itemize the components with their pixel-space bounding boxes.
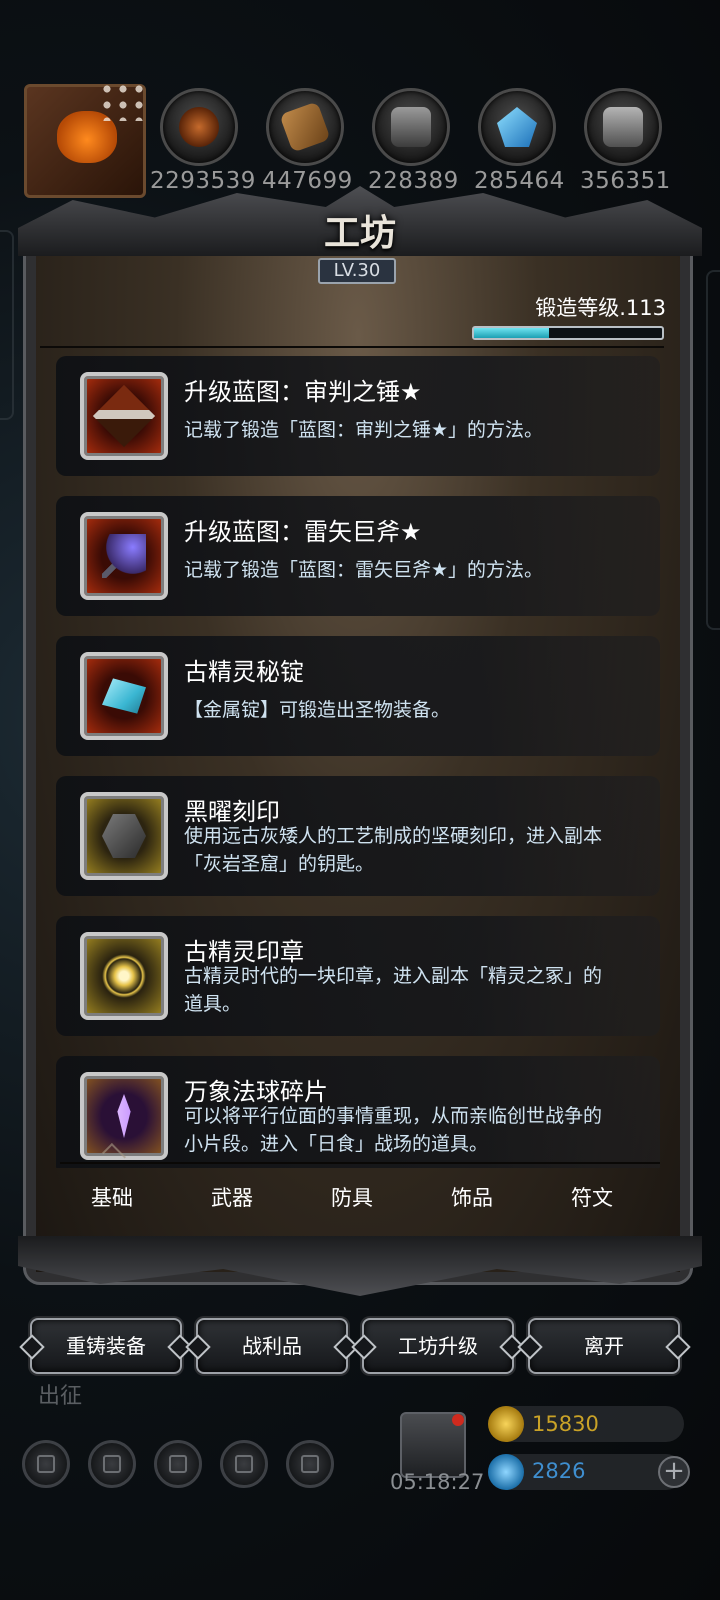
loot-button[interactable]: 战利品 xyxy=(196,1318,348,1374)
page-title: 工坊 xyxy=(323,212,396,254)
list-item[interactable]: 古精灵秘锭 【金属锭】可锻造出圣物装备。 xyxy=(56,636,660,756)
item-name: 升级蓝图：审判之锤★ xyxy=(184,378,422,406)
gold-value: 15830 xyxy=(532,1412,599,1436)
flowers-decoration xyxy=(99,81,149,121)
axe-icon xyxy=(80,512,168,600)
item-desc: 使用远古灰矮人的工艺制成的坚硬刻印，进入副本「灰岩圣窟」的钥匙。 xyxy=(184,825,603,875)
steel-icon[interactable] xyxy=(584,88,662,166)
obsidian-seal-icon xyxy=(80,792,168,880)
item-desc: 可以将平行位面的事情重现，从而亲临创世战争的小片段。进入「日食」战场的道具。 xyxy=(184,1105,603,1155)
notification-dot xyxy=(452,1414,464,1426)
resource-bar: 2293539 447699 228389 285464 356351 xyxy=(0,78,720,198)
add-gems-button[interactable]: + xyxy=(658,1456,690,1488)
list-item[interactable]: 升级蓝图：审判之锤★ 记载了锻造「蓝图：审判之锤★」的方法。 xyxy=(56,356,660,476)
divider xyxy=(40,346,664,348)
tab-basic[interactable]: 基础 xyxy=(62,1182,162,1212)
item-desc: 【金属锭】可锻造出圣物装备。 xyxy=(184,699,451,721)
tab-weapons[interactable]: 武器 xyxy=(182,1182,282,1212)
workshop-level-badge: LV.30 xyxy=(318,258,396,284)
crystal-icon[interactable] xyxy=(478,88,556,166)
resource-value-crystal: 285464 xyxy=(474,168,565,194)
resource-value-ore: 2293539 xyxy=(150,168,256,194)
leave-button[interactable]: 离开 xyxy=(528,1318,680,1374)
gem-icon xyxy=(488,1454,524,1490)
ore-icon[interactable] xyxy=(160,88,238,166)
wood-icon[interactable] xyxy=(266,88,344,166)
item-desc: 记载了锻造「蓝图：审判之锤★」的方法。 xyxy=(184,419,544,441)
right-edge-panel xyxy=(706,270,720,630)
tabs-divider xyxy=(60,1162,660,1164)
iron-icon[interactable] xyxy=(372,88,450,166)
resource-value-wood: 447699 xyxy=(262,168,353,194)
gold-coin-icon xyxy=(488,1406,524,1442)
list-item[interactable]: 黑曜刻印 使用远古灰矮人的工艺制成的坚硬刻印，进入副本「灰岩圣窟」的钥匙。 xyxy=(56,776,660,896)
settings-icon[interactable] xyxy=(22,1440,70,1488)
item-name: 古精灵秘锭 xyxy=(184,658,304,686)
resource-value-steel: 356351 xyxy=(580,168,671,194)
left-edge-panel xyxy=(0,230,14,420)
ingot-icon xyxy=(80,652,168,740)
item-desc: 古精灵时代的一块印章，进入副本「精灵之冢」的道具。 xyxy=(184,965,603,1015)
forge-progress-fill xyxy=(474,328,550,338)
tab-accessories[interactable]: 饰品 xyxy=(422,1182,522,1212)
list-item[interactable]: 升级蓝图：雷矢巨斧★ 记载了锻造「蓝图：雷矢巨斧★」的方法。 xyxy=(56,496,660,616)
event-timer: 05:18:27 xyxy=(390,1470,485,1494)
forge-progress-bar xyxy=(472,326,664,340)
hammer-icon xyxy=(80,372,168,460)
tab-runes[interactable]: 符文 xyxy=(542,1182,642,1212)
list-item[interactable]: 万象法球碎片 可以将平行位面的事情重现，从而亲临创世战争的小片段。进入「日食」战… xyxy=(56,1056,660,1168)
workshop-upgrade-button[interactable]: 工坊升级 xyxy=(362,1318,514,1374)
tab-armor[interactable]: 防具 xyxy=(302,1182,402,1212)
item-list[interactable]: 升级蓝图：审判之锤★ 记载了锻造「蓝图：审判之锤★」的方法。 升级蓝图：雷矢巨斧… xyxy=(56,356,660,1168)
avatar[interactable] xyxy=(24,81,149,198)
resource-value-iron: 228389 xyxy=(368,168,459,194)
elf-seal-icon xyxy=(80,932,168,1020)
guild-icon[interactable] xyxy=(154,1440,202,1488)
gem-value: 2826 xyxy=(532,1459,586,1483)
mail-icon[interactable] xyxy=(220,1440,268,1488)
star-icon[interactable] xyxy=(88,1440,136,1488)
item-desc: 记载了锻造「蓝图：雷矢巨斧★」的方法。 xyxy=(184,559,544,581)
crystal-shard-icon xyxy=(80,1072,168,1160)
expedition-label[interactable]: 出征 xyxy=(38,1378,82,1410)
forge-level-label: 锻造等级.113 xyxy=(535,296,666,320)
shop-icon[interactable] xyxy=(286,1440,334,1488)
list-item[interactable]: 古精灵印章 古精灵时代的一块印章，进入副本「精灵之冢」的道具。 xyxy=(56,916,660,1036)
item-name: 升级蓝图：雷矢巨斧★ xyxy=(184,518,422,546)
reforge-button[interactable]: 重铸装备 xyxy=(30,1318,182,1374)
